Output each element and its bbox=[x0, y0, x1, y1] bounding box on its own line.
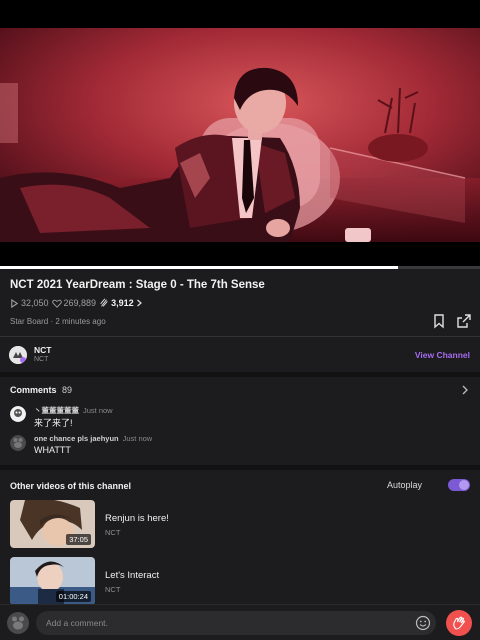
heart-icon bbox=[51, 299, 62, 308]
bookmark-icon[interactable] bbox=[431, 313, 447, 329]
channel-subtitle: NCT bbox=[34, 356, 49, 363]
video-item-title: Renjun is here! bbox=[105, 513, 169, 524]
chevron-right-icon[interactable] bbox=[460, 385, 470, 395]
cheer-count-link[interactable]: 3,912 bbox=[99, 298, 143, 308]
channel-name: NCT bbox=[34, 345, 52, 355]
cheer-count: 3,912 bbox=[111, 298, 134, 308]
video-item-channel: NCT bbox=[105, 528, 121, 537]
board-name: Star Board bbox=[10, 317, 49, 326]
comment-item: one chance pls jaehyun Just now WHATTT bbox=[10, 434, 470, 460]
other-videos-section: Other videos of this channel Autoplay 37… bbox=[0, 470, 480, 610]
comments-header: Comments 89 bbox=[10, 385, 72, 395]
comment-time: Just now bbox=[122, 434, 153, 443]
video-player[interactable] bbox=[0, 28, 480, 242]
avatar bbox=[7, 612, 29, 634]
channel-row[interactable]: NCT NCT View Channel bbox=[0, 336, 480, 372]
share-icon[interactable] bbox=[456, 313, 472, 329]
comment-user: 丶董董董董董 Just now bbox=[34, 406, 113, 415]
like-count: 269,889 bbox=[63, 298, 97, 308]
autoplay-toggle[interactable] bbox=[448, 479, 470, 491]
video-thumbnail[interactable]: 37:05 bbox=[10, 500, 95, 548]
comments-label: Comments bbox=[10, 385, 57, 395]
video-duration: 01:00:24 bbox=[55, 591, 91, 602]
channel-avatar[interactable] bbox=[9, 346, 27, 364]
play-icon bbox=[11, 298, 19, 308]
emoji-icon[interactable] bbox=[415, 615, 431, 631]
comment-time: Just now bbox=[83, 406, 113, 415]
video-list-item[interactable]: 01:00:24 Let's Interact NCT bbox=[10, 557, 470, 607]
meta-separator: · bbox=[50, 317, 54, 326]
view-channel-button[interactable]: View Channel bbox=[415, 350, 470, 360]
video-letterbox bbox=[0, 242, 480, 266]
video-info: NCT 2021 YearDream : Stage 0 - The 7th S… bbox=[0, 269, 480, 339]
comment-item: 丶董董董董董 Just now 来了来了! bbox=[10, 405, 470, 431]
comments-count: 89 bbox=[62, 385, 73, 395]
clap-hand-icon bbox=[453, 616, 466, 630]
comment-input[interactable] bbox=[36, 611, 436, 635]
autoplay-label: Autoplay bbox=[386, 480, 422, 490]
other-videos-title: Other videos of this channel bbox=[10, 481, 132, 491]
video-item-channel: NCT bbox=[105, 585, 121, 594]
comments-section[interactable]: Comments 89 丶董董董董董 Just now 来了来了! one cha… bbox=[0, 377, 480, 465]
status-bar bbox=[0, 0, 480, 28]
video-list-item[interactable]: 37:05 Renjun is here! NCT bbox=[10, 500, 470, 550]
avatar bbox=[10, 406, 26, 422]
comment-user: one chance pls jaehyun Just now bbox=[34, 434, 153, 443]
video-meta: Star Board · 2 minutes ago bbox=[10, 317, 106, 326]
video-thumbnail[interactable]: 01:00:24 bbox=[10, 557, 95, 605]
cheer-button[interactable] bbox=[446, 610, 472, 636]
chevron-right-icon bbox=[136, 299, 142, 307]
comment-text: WHATTT bbox=[34, 445, 71, 455]
video-item-title: Let's Interact bbox=[105, 570, 160, 581]
avatar bbox=[10, 435, 26, 451]
video-duration: 37:05 bbox=[66, 534, 91, 545]
comment-text: 来了来了! bbox=[34, 418, 73, 428]
play-count: 32,050 bbox=[21, 298, 49, 308]
video-title: NCT 2021 YearDream : Stage 0 - The 7th S… bbox=[10, 279, 265, 291]
comment-composer bbox=[0, 604, 480, 640]
toggle-knob bbox=[459, 480, 469, 490]
posted-time: 2 minutes ago bbox=[55, 317, 106, 326]
video-frame-art bbox=[0, 28, 480, 242]
cheer-icon bbox=[100, 298, 108, 307]
video-stats: 32,050 269,889 3,912 bbox=[10, 298, 143, 308]
